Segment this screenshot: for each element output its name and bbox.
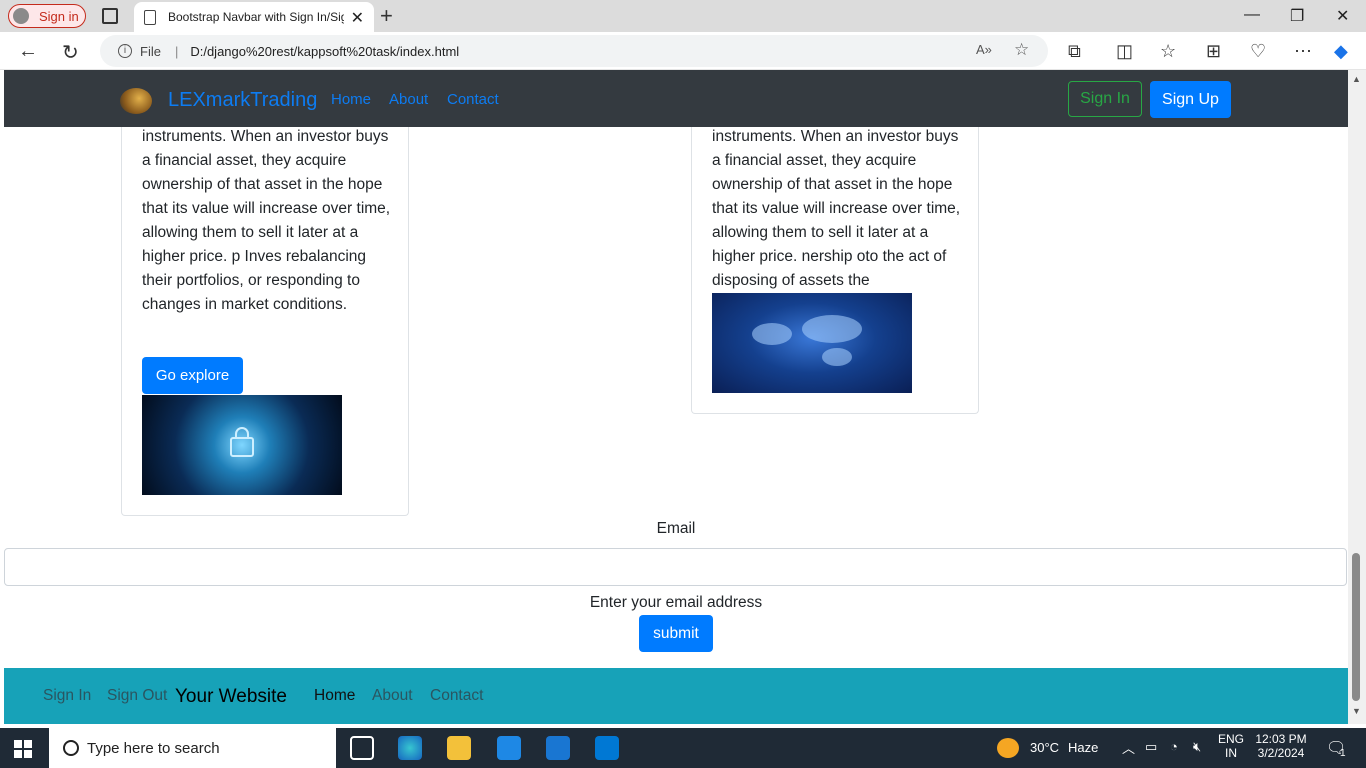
footer-sign-out-link[interactable]: Sign Out xyxy=(107,687,167,705)
back-icon[interactable]: ← xyxy=(18,40,38,63)
collections-icon[interactable]: ⊞ xyxy=(1206,41,1221,62)
language-code: ENG xyxy=(1217,732,1244,746)
browser-essentials-icon[interactable]: ♡ xyxy=(1250,41,1266,62)
email-input[interactable] xyxy=(4,548,1347,586)
mail-icon[interactable] xyxy=(546,736,570,760)
browser-tab-strip: Sign in Bootstrap Navbar with Sign In/Si… xyxy=(0,0,1366,32)
address-bar[interactable]: i File | D:/django%20rest/kappsoft%20tas… xyxy=(100,35,1048,67)
footer-link-about[interactable]: About xyxy=(372,687,413,705)
volume-muted-icon[interactable]: 🔇︎ xyxy=(1193,739,1201,755)
minimize-icon[interactable]: — xyxy=(1244,6,1260,24)
favorites-icon[interactable]: ☆ xyxy=(1160,41,1176,62)
windows-start-icon[interactable] xyxy=(14,740,32,758)
card-left-text: instruments. When an investor buys a fin… xyxy=(142,128,391,313)
edge-icon[interactable] xyxy=(398,736,422,760)
profile-avatar-icon xyxy=(13,8,29,24)
weather-haze-icon[interactable] xyxy=(997,738,1019,758)
scroll-down-arrow-icon[interactable]: ▼ xyxy=(1352,706,1361,716)
footer-link-home[interactable]: Home xyxy=(314,687,355,705)
profile-button[interactable]: Sign in xyxy=(8,4,86,28)
email-help-text: Enter your email address xyxy=(589,594,763,611)
microsoft-store-icon[interactable] xyxy=(497,736,521,760)
close-window-icon[interactable]: ✕ xyxy=(1336,6,1349,26)
nav-link-home[interactable]: Home xyxy=(331,91,371,108)
article-card-right: instruments. When an investor buys a fin… xyxy=(691,110,979,414)
browser-tab-active[interactable]: Bootstrap Navbar with Sign In/Sign Up ✕ xyxy=(134,2,374,32)
windows-taskbar: Type here to search 30°C Haze ︿ ▭ ◔ 🔇︎ E… xyxy=(0,728,1366,768)
clock-date: 3/2/2024 xyxy=(1257,746,1305,760)
refresh-icon[interactable]: ↻ xyxy=(62,40,79,65)
page-icon xyxy=(144,9,156,25)
go-explore-button[interactable]: Go explore xyxy=(142,357,243,394)
extensions-icon[interactable]: ⧉ xyxy=(1068,41,1081,62)
tab-title: Bootstrap Navbar with Sign In/Sign Up xyxy=(168,10,344,24)
email-label: Email xyxy=(656,520,696,537)
clock-time: 12:03 PM xyxy=(1255,732,1307,746)
task-view-icon[interactable] xyxy=(350,736,374,760)
file-explorer-icon[interactable] xyxy=(447,736,471,760)
weather-description[interactable]: Haze xyxy=(1068,740,1098,755)
weather-temperature[interactable]: 30°C xyxy=(1030,740,1059,755)
read-aloud-icon[interactable]: A» xyxy=(976,42,992,57)
submit-button[interactable]: submit xyxy=(639,615,713,652)
footer-brand[interactable]: Your Website xyxy=(175,686,287,708)
region-code: IN xyxy=(1225,746,1237,760)
article-card-left: instruments. When an investor buys a fin… xyxy=(121,110,409,516)
wifi-icon[interactable]: ◔ xyxy=(1170,739,1178,754)
footer: Sign In Sign Out Your Website Home About… xyxy=(4,668,1348,724)
clock[interactable]: 12:03 PM 3/2/2024 xyxy=(1252,732,1310,760)
show-hidden-icons-icon[interactable]: ︿ xyxy=(1122,738,1135,757)
info-icon[interactable]: i xyxy=(118,44,132,58)
card-right-text: instruments. When an investor buys a fin… xyxy=(712,128,961,289)
scroll-up-arrow-icon[interactable]: ▲ xyxy=(1352,74,1361,84)
world-network-image xyxy=(712,293,912,393)
copilot-icon[interactable]: ◆ xyxy=(1334,41,1348,62)
security-lock-image xyxy=(142,395,342,495)
search-icon xyxy=(63,740,79,756)
notification-count: 1 xyxy=(1340,748,1346,759)
restore-icon[interactable]: ❐ xyxy=(1290,6,1304,26)
top-navbar: LEXmarkTrading Home About Contact Sign I… xyxy=(4,70,1348,127)
sign-in-button[interactable]: Sign In xyxy=(1068,81,1142,117)
nav-link-contact[interactable]: Contact xyxy=(447,91,499,108)
page-viewport: instruments. When an investor buys a fin… xyxy=(4,70,1348,724)
more-menu-icon[interactable]: ⋯ xyxy=(1294,41,1312,62)
tab-actions-icon[interactable] xyxy=(102,8,118,24)
url-separator: | xyxy=(174,43,179,59)
brand-logo-icon[interactable] xyxy=(120,88,152,114)
taskbar-search[interactable]: Type here to search xyxy=(49,728,336,768)
taskbar-search-placeholder: Type here to search xyxy=(87,739,220,757)
new-tab-icon[interactable]: + xyxy=(380,3,393,29)
split-screen-icon[interactable]: ◫ xyxy=(1116,41,1133,62)
vscode-icon[interactable] xyxy=(595,736,619,760)
footer-link-contact[interactable]: Contact xyxy=(430,687,483,705)
url-text[interactable]: D:/django%20rest/kappsoft%20task/index.h… xyxy=(190,44,459,59)
profile-label: Sign in xyxy=(39,8,79,24)
address-toolbar: ← ↻ i File | D:/django%20rest/kappsoft%2… xyxy=(0,32,1366,70)
url-scheme-label: File xyxy=(140,43,161,59)
close-tab-icon[interactable]: ✕ xyxy=(351,8,364,28)
page-scrollbar[interactable]: ▲ ▼ xyxy=(1348,70,1366,724)
language-indicator[interactable]: ENG IN xyxy=(1214,732,1248,760)
scrollbar-thumb[interactable] xyxy=(1352,553,1360,701)
brand-link[interactable]: LEXmarkTrading xyxy=(168,89,317,112)
footer-sign-in-link[interactable]: Sign In xyxy=(43,687,91,705)
nav-link-about[interactable]: About xyxy=(389,91,428,108)
favorite-star-icon[interactable]: ☆ xyxy=(1014,40,1029,60)
battery-icon[interactable]: ▭ xyxy=(1145,739,1157,755)
sign-up-button[interactable]: Sign Up xyxy=(1150,81,1231,118)
